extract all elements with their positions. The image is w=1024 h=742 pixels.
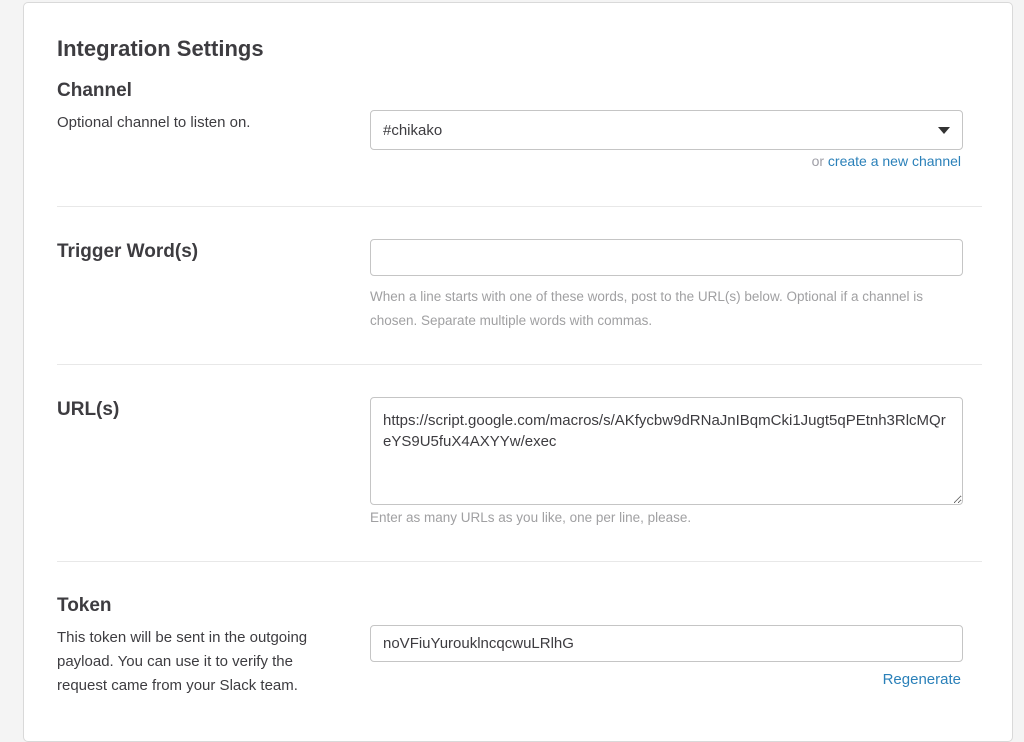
channel-selected-value: #chikako	[383, 121, 443, 139]
page-title: Integration Settings	[57, 36, 264, 61]
urls-textarea[interactable]: https://script.google.com/macros/s/AKfyc…	[370, 397, 963, 505]
channel-heading: Channel	[57, 80, 132, 101]
token-input[interactable]	[370, 625, 963, 662]
regenerate-link[interactable]: Regenerate	[883, 671, 961, 688]
integration-settings-card: Integration Settings Channel Optional ch…	[23, 2, 1013, 742]
create-channel-link[interactable]: create a new channel	[828, 153, 961, 169]
trigger-heading: Trigger Word(s)	[57, 241, 199, 262]
urls-hint: Enter as many URLs as you like, one per …	[370, 510, 692, 525]
divider	[57, 561, 982, 562]
trigger-hint: When a line starts with one of these wor…	[370, 289, 924, 328]
trigger-words-input[interactable]	[370, 239, 963, 276]
divider	[57, 206, 982, 207]
divider	[57, 364, 982, 365]
create-channel-line: or create a new channel	[812, 153, 961, 169]
channel-select[interactable]: #chikako	[370, 110, 963, 150]
urls-heading: URL(s)	[57, 399, 120, 420]
chevron-down-icon	[938, 126, 950, 134]
token-heading: Token	[57, 595, 112, 616]
or-text: or	[811, 153, 825, 169]
token-description: This token will be sent in the outgoing …	[57, 629, 308, 694]
channel-description: Optional channel to listen on.	[57, 114, 251, 131]
